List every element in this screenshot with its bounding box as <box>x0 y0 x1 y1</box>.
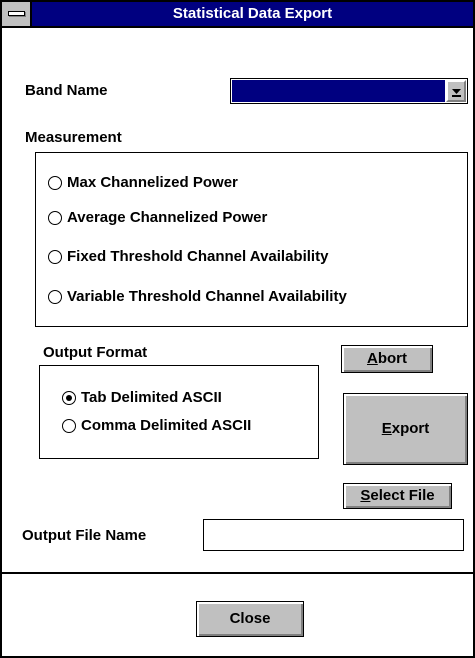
radio-label: Average Channelized Power <box>67 209 268 226</box>
output-format-label: Output Format <box>43 344 148 361</box>
radio-selected-dot <box>66 395 72 401</box>
radio-button[interactable] <box>62 391 76 405</box>
radio-button[interactable] <box>48 176 62 190</box>
dropdown-arrow-button[interactable] <box>446 80 466 102</box>
system-menu-icon <box>8 11 25 16</box>
export-mnemonic: E <box>381 420 392 437</box>
export-button[interactable]: Export <box>343 393 468 465</box>
radio-label: Comma Delimited ASCII <box>81 417 252 434</box>
title-bar: Statistical Data Export <box>2 2 473 28</box>
abort-button[interactable]: Abort <box>341 345 433 373</box>
radio-button[interactable] <box>62 419 76 433</box>
radio-button[interactable] <box>48 290 62 304</box>
radio-label: Fixed Threshold Channel Availability <box>67 248 329 265</box>
select-file-label: elect File <box>370 487 435 504</box>
radio-label: Variable Threshold Channel Availability <box>67 288 347 305</box>
abort-mnemonic: A <box>366 350 378 367</box>
output-file-name-label: Output File Name <box>22 527 147 544</box>
window-title: Statistical Data Export <box>172 5 333 22</box>
close-button[interactable]: Close <box>196 601 304 637</box>
radio-label: Max Channelized Power <box>67 174 238 191</box>
radio-button[interactable] <box>48 211 62 225</box>
output-file-name-input[interactable] <box>203 519 464 551</box>
measurement-label: Measurement <box>25 129 122 146</box>
select-file-button[interactable]: Select File <box>343 483 452 509</box>
footer-divider <box>2 572 473 574</box>
output-format-group: Tab Delimited ASCII Comma Delimited ASCI… <box>39 365 319 459</box>
radio-button[interactable] <box>48 250 62 264</box>
measurement-group: Max Channelized Power Average Channelize… <box>35 152 468 327</box>
band-name-label: Band Name <box>25 82 108 99</box>
statistical-data-export-dialog: Statistical Data Export Band Name Measur… <box>0 0 475 658</box>
select-file-mnemonic: S <box>360 487 371 504</box>
system-menu-button[interactable] <box>2 2 32 26</box>
band-name-selected-value[interactable] <box>232 80 445 102</box>
abort-label: bort <box>377 350 407 367</box>
export-label: xport <box>391 420 430 437</box>
band-name-dropdown[interactable] <box>230 78 468 104</box>
chevron-down-icon <box>452 89 461 97</box>
radio-label: Tab Delimited ASCII <box>81 389 222 406</box>
